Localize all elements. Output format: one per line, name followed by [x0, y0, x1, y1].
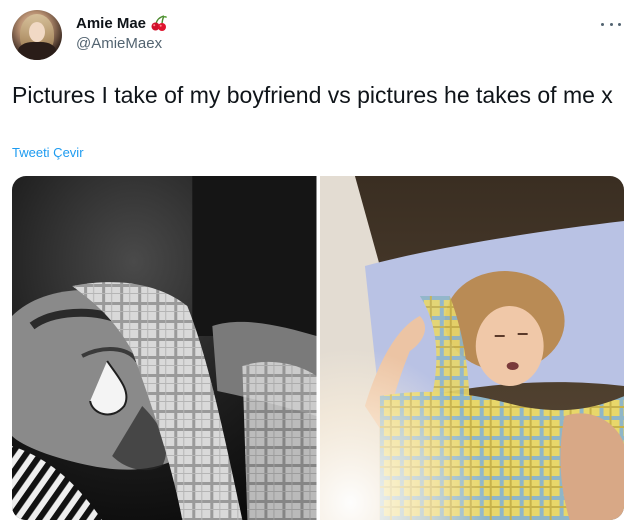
user-handle[interactable]: @AmieMaex — [76, 35, 168, 52]
girlfriend-photo[interactable] — [319, 176, 624, 520]
cherry-icon — [150, 14, 168, 32]
avatar[interactable] — [12, 10, 62, 60]
more-options-icon[interactable] — [601, 16, 621, 32]
author-info: Amie Mae @AmieMaex — [76, 13, 168, 52]
tweet-text: Pictures I take of my boyfriend vs pictu… — [12, 82, 613, 108]
name-row: Amie Mae — [76, 13, 168, 33]
display-name[interactable]: Amie Mae — [76, 15, 146, 32]
media-grid — [12, 176, 624, 520]
tweet-card[interactable]: Amie Mae @AmieMaex Pictures I take of my… — [0, 0, 635, 532]
boyfriend-photo[interactable] — [12, 176, 317, 520]
translate-link[interactable]: Tweeti Çevir — [12, 145, 84, 160]
